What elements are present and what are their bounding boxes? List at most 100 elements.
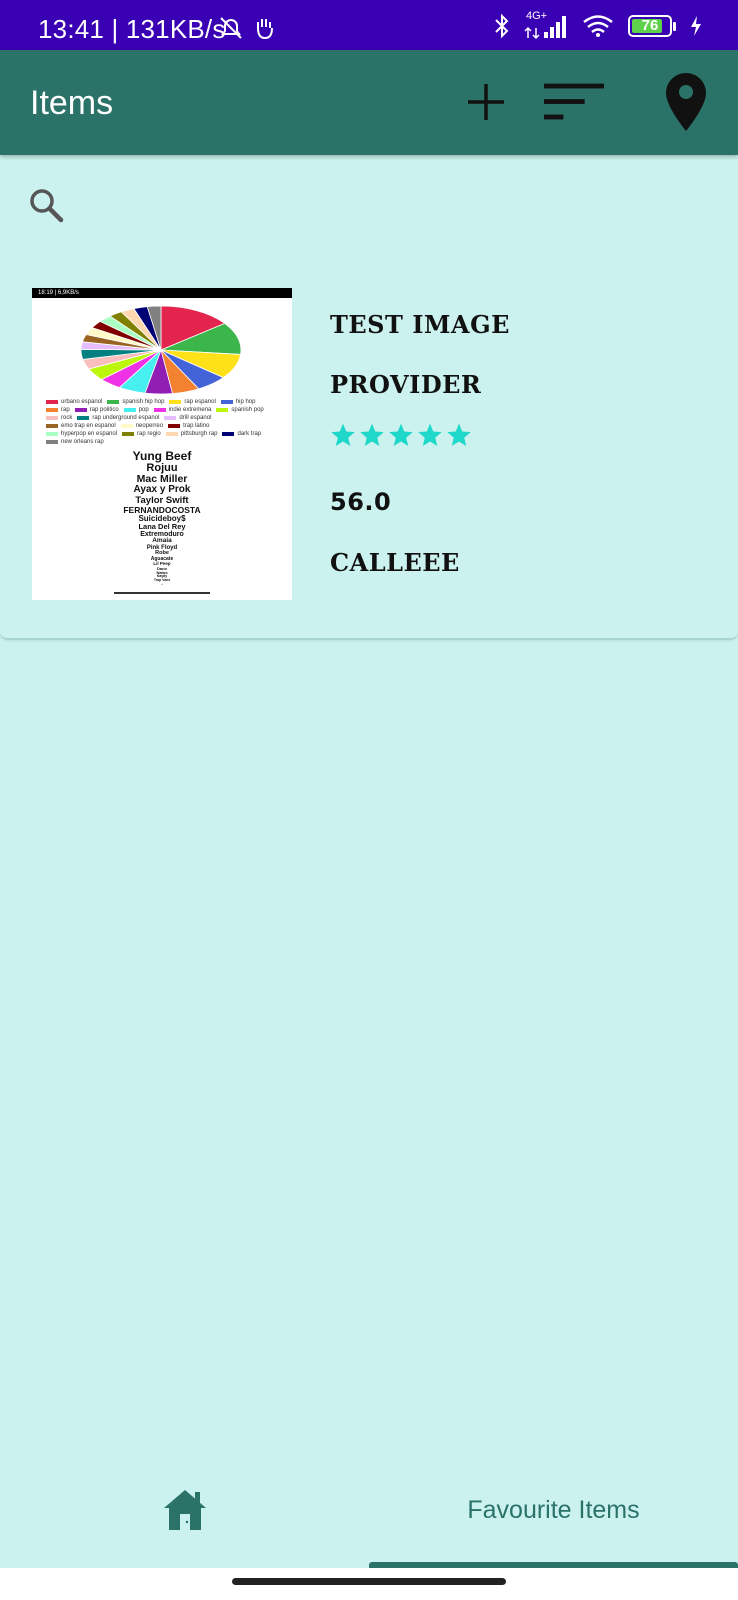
legend-swatch	[46, 424, 58, 428]
home-icon	[163, 1490, 206, 1530]
add-button[interactable]	[456, 72, 516, 132]
legend-swatch	[123, 408, 136, 412]
nav-favourites-tab[interactable]: Favourite Items	[369, 1460, 738, 1560]
legend-label: hyperpop en espanol	[61, 431, 118, 437]
item-title: TEST IMAGE	[330, 310, 510, 339]
thumbnail-status-text: 18:19 | 6,9KB/s	[32, 288, 292, 298]
item-thumbnail: 18:19 | 6,9KB/s urbano espanol spanish hi…	[32, 288, 292, 600]
legend-swatch	[77, 416, 90, 420]
sort-button[interactable]	[544, 72, 604, 132]
legend-item: rap underground espanol	[77, 414, 159, 422]
thumbnail-legend: urbano espanol spanish hip hop rap espanol…	[46, 398, 284, 446]
location-button[interactable]	[658, 72, 714, 132]
bottom-navigation: Favourite Items	[0, 1460, 738, 1560]
legend-item: spanish pop	[216, 406, 264, 414]
artist-name: Lana Del Rey	[138, 521, 186, 531]
star-icon	[331, 423, 355, 447]
artist-name: ...	[160, 581, 164, 586]
legend-swatch	[120, 424, 133, 428]
legend-item: dark trap	[222, 430, 261, 438]
battery-icon: 76	[628, 15, 676, 37]
legend-label: urbano espanol	[61, 399, 103, 405]
legend-label: rock	[61, 415, 73, 421]
home-gesture-bar[interactable]	[232, 1578, 506, 1585]
legend-label: neoperreo	[135, 423, 164, 429]
legend-item: urbano espanol	[46, 398, 102, 406]
legend-label: hip hop	[235, 399, 256, 405]
legend-swatch	[216, 408, 229, 412]
legend-label: rap politico	[89, 407, 119, 413]
legend-swatch	[107, 400, 120, 404]
legend-item: rap politico	[74, 406, 119, 414]
page-title: Items	[30, 84, 114, 122]
gesture-icon	[257, 19, 273, 40]
item-provider: PROVIDER	[330, 370, 482, 399]
legend-label: spanish pop	[231, 407, 264, 413]
legend-item: trap latino	[168, 422, 209, 430]
legend-swatch	[222, 432, 235, 436]
legend-item: rap espanol	[169, 398, 216, 406]
thumbnail-gesture-bar	[114, 592, 210, 594]
legend-swatch	[74, 408, 87, 412]
sort-icon	[544, 83, 604, 120]
legend-item: rap regio	[122, 430, 161, 438]
legend-item: rap	[46, 406, 70, 414]
legend-label: spanish hip hop	[122, 399, 165, 405]
thumbnail-artist-list: Yung Beef Rojuu Mac Miller Ayax y Prok Taylo…	[32, 450, 292, 586]
bluetooth-icon	[495, 13, 509, 39]
legend-label: pittsburgh rap	[180, 431, 218, 437]
legend-item: drill espanol	[164, 414, 211, 422]
legend-label: new orleans rap	[61, 439, 104, 445]
artist-name: Amaia	[152, 537, 172, 545]
legend-swatch	[169, 400, 182, 404]
thumbnail-pie-chart	[80, 305, 242, 395]
legend-label: emo trap en espanol	[61, 423, 116, 429]
item-card[interactable]: 18:19 | 6,9KB/s urbano espanol spanish hi…	[0, 258, 738, 640]
artist-name: Yung Beef	[132, 449, 192, 463]
legend-label: rap regio	[137, 431, 161, 437]
nav-home-tab[interactable]	[0, 1460, 369, 1560]
legend-item: spanish hip hop	[107, 398, 164, 406]
battery-level: 76	[641, 17, 659, 34]
system-navigation-bar	[0, 1568, 738, 1600]
star-icon	[447, 423, 471, 447]
search-icon[interactable]	[28, 187, 64, 223]
legend-swatch	[46, 416, 58, 420]
search-input[interactable]	[80, 181, 700, 225]
legend-item: new orleans rap	[46, 438, 104, 446]
legend-swatch	[46, 432, 58, 436]
legend-item: pittsburgh rap	[165, 430, 218, 438]
legend-swatch	[220, 400, 233, 404]
location-pin-icon	[666, 73, 706, 131]
legend-item: rock	[46, 414, 72, 422]
legend-swatch	[153, 408, 166, 412]
bell-off-icon	[220, 17, 242, 39]
legend-swatch	[46, 408, 58, 412]
legend-label: drill espanol	[179, 415, 212, 421]
item-location: CALLEEE	[330, 548, 460, 577]
signal-icon: 4G+	[524, 10, 568, 40]
legend-item: hip hop	[220, 398, 256, 406]
item-price: 56.0	[330, 488, 392, 516]
legend-label: indie extremena	[168, 407, 212, 413]
legend-label: pop	[138, 407, 149, 413]
legend-swatch	[168, 424, 181, 428]
legend-swatch	[46, 400, 58, 404]
add-icon	[468, 84, 504, 120]
nav-favourites-label: Favourite Items	[467, 1495, 640, 1524]
legend-item: neoperreo	[120, 422, 164, 430]
legend-swatch	[165, 432, 178, 436]
legend-swatch	[46, 440, 58, 444]
legend-label: rap espanol	[184, 399, 216, 405]
charging-icon	[691, 16, 701, 36]
legend-item: indie extremena	[153, 406, 212, 414]
legend-swatch	[164, 416, 177, 420]
status-left-icons	[218, 16, 276, 40]
legend-swatch	[122, 432, 135, 436]
status-time: 13:41 | 131KB/s	[38, 14, 226, 44]
status-right-icons: 4G+ 76	[494, 10, 702, 40]
legend-item: hyperpop en espanol	[46, 430, 117, 438]
legend-label: rap	[61, 407, 70, 413]
star-icon	[418, 423, 442, 447]
wifi-icon	[583, 15, 613, 37]
